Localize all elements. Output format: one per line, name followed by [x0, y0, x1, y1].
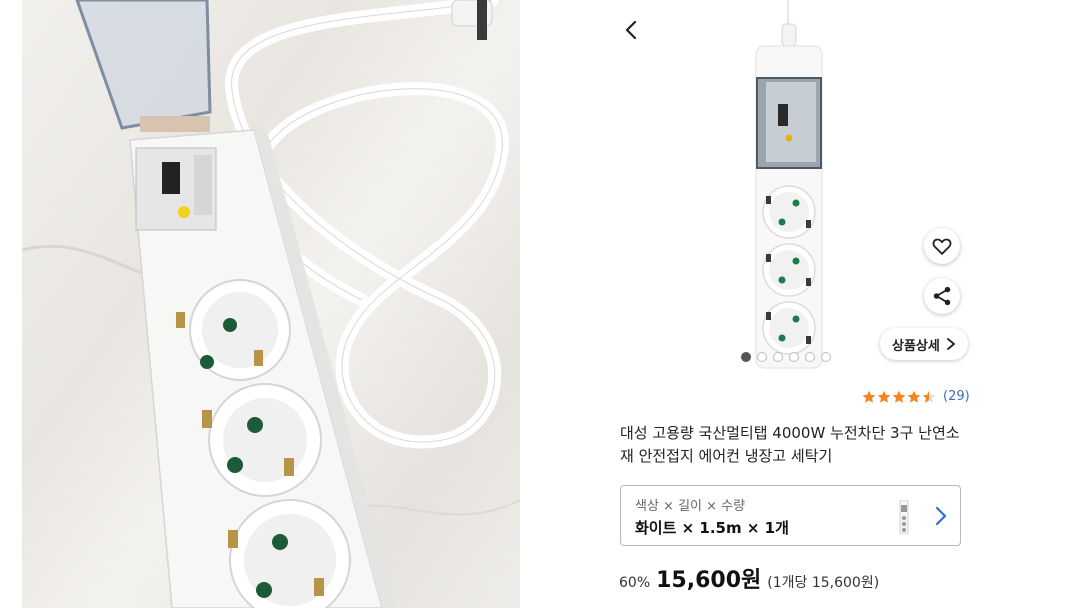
gallery-dot[interactable] — [821, 352, 831, 362]
product-detail-label: 상품상세 — [892, 338, 940, 354]
chevron-right-icon — [946, 338, 955, 350]
share-button[interactable] — [924, 278, 960, 314]
wishlist-button[interactable] — [924, 228, 960, 264]
star-icon — [862, 390, 876, 403]
sale-price: 15,600원 — [656, 568, 762, 593]
product-photo — [22, 0, 520, 608]
product-image-gallery[interactable] — [726, 0, 856, 372]
gallery-dot[interactable] — [757, 352, 767, 362]
chevron-left-icon — [625, 20, 637, 40]
product-rating[interactable]: (29) — [862, 389, 970, 404]
option-label: 색상 × 길이 × 수량 — [635, 499, 746, 514]
option-value: 화이트 × 1.5m × 1개 — [635, 519, 789, 537]
gallery-dot[interactable] — [789, 352, 799, 362]
discount-rate: 60% — [619, 575, 651, 591]
star-icon — [907, 390, 921, 403]
share-icon — [933, 286, 951, 306]
back-button[interactable] — [618, 16, 646, 44]
product-title: 대성 고용량 국산멀티탭 4000W 누전차단 3구 난연소재 안전접지 에어컨… — [620, 424, 960, 465]
review-count[interactable]: (29) — [943, 389, 970, 404]
option-selector[interactable]: 색상 × 길이 × 수량 화이트 × 1.5m × 1개 — [620, 485, 961, 546]
chevron-right-icon — [935, 506, 947, 526]
power-strip-photo-illustration — [22, 0, 520, 608]
rating-stars — [862, 390, 936, 404]
power-strip-product-image — [755, 0, 823, 369]
gallery-pagination[interactable] — [741, 352, 831, 362]
star-icon — [877, 390, 891, 403]
gallery-dot[interactable] — [773, 352, 783, 362]
gallery-dot[interactable] — [741, 352, 751, 362]
star-icon — [922, 390, 936, 403]
unit-price: (1개당 15,600원) — [767, 575, 880, 591]
gallery-dot[interactable] — [805, 352, 815, 362]
option-thumbnail — [899, 500, 909, 534]
star-icon — [892, 390, 906, 403]
product-detail-button[interactable]: 상품상세 — [880, 328, 968, 360]
price-block: 60% 15,600원 (1개당 15,600원) — [619, 562, 879, 594]
heart-icon — [932, 238, 952, 255]
